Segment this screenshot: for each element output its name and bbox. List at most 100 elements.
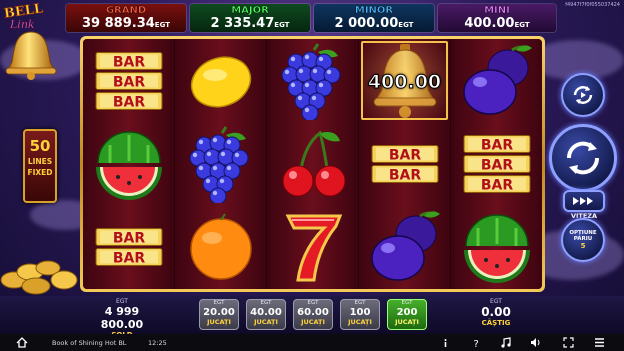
- reels-frame: BAR BAR BAR BAR BAR 400.00 BAR BAR BAR BAR BAR: [80, 36, 545, 292]
- bet-options-button[interactable]: OPȚIUNE PARIU 5: [561, 218, 605, 262]
- credit-value: 4 999 800.00: [100, 305, 144, 331]
- system-bar: Book of Shining Hot BL 12:25 ?: [0, 334, 624, 351]
- jackpot-minor: MINOR 2 000.00EGT: [314, 4, 434, 32]
- bar-double-icon: BAR BAR: [95, 228, 162, 267]
- jackpot-major: MAJOR 2 335.47EGT: [190, 4, 310, 32]
- lines-label: LINES: [27, 157, 53, 166]
- symbol-bar-double: BAR BAR: [83, 206, 174, 289]
- reel-3: [267, 39, 359, 289]
- autoplay-button[interactable]: [561, 73, 605, 117]
- lemon-icon: [190, 56, 251, 108]
- bet-value: 40.00: [250, 307, 282, 318]
- symbol-watermelon: [451, 206, 542, 289]
- symbol-seven: [267, 206, 358, 289]
- symbol-orange: [175, 206, 266, 289]
- symbol-bar-double: BAR BAR: [359, 122, 450, 205]
- logo-subtitle: Link: [10, 18, 35, 31]
- help-icon[interactable]: ?: [471, 337, 482, 348]
- plum-icon: [462, 45, 532, 115]
- gold-coins-icon: [0, 260, 78, 295]
- win-display: EGT 0.00 CÂȘTIG: [458, 298, 534, 327]
- clock: 12:25: [148, 339, 167, 347]
- svg-text:BAR: BAR: [480, 157, 513, 173]
- fullscreen-icon[interactable]: [563, 337, 574, 348]
- svg-text:BAR: BAR: [112, 94, 145, 110]
- bet-label: JUCAȚI: [395, 318, 419, 326]
- bet-caption: EGT: [354, 300, 366, 306]
- jackpot-value: 2 335.47EGT: [210, 16, 290, 31]
- music-icon[interactable]: [500, 337, 511, 348]
- symbol-grapes: [175, 122, 266, 205]
- svg-text:BAR: BAR: [112, 231, 145, 247]
- fixed-label: FIXED: [27, 168, 53, 177]
- bet-caption: EGT: [213, 300, 225, 306]
- watermelon-icon: [95, 131, 162, 200]
- bet-label: JUCAȚI: [207, 318, 231, 326]
- reel-1: BAR BAR BAR BAR BAR: [83, 39, 175, 289]
- bet-caption: EGT: [401, 300, 413, 306]
- svg-text:BAR: BAR: [388, 167, 421, 183]
- reel-5: BAR BAR BAR: [451, 39, 542, 289]
- symbol-bar-triple: BAR BAR BAR: [451, 122, 542, 205]
- bar-triple-icon: BAR BAR BAR: [95, 51, 162, 110]
- game-logo: BELL Link: [2, 1, 60, 80]
- bet-button-20.00[interactable]: EGT 20.00 JUCAȚI: [199, 299, 239, 330]
- svg-text:?: ?: [474, 339, 479, 348]
- jackpot-value: 39 889.34EGT: [82, 16, 170, 31]
- svg-text:BAR: BAR: [112, 251, 145, 267]
- app-name: Book of Shining Hot BL: [52, 339, 127, 347]
- jackpot-grand: GRAND 39 889.34EGT: [66, 4, 186, 32]
- bet-value: 100: [349, 307, 371, 318]
- bet-button-60.00[interactable]: EGT 60.00 JUCAȚI: [293, 299, 333, 330]
- bet-label: JUCAȚI: [301, 318, 325, 326]
- win-label: CÂȘTIG: [481, 319, 511, 327]
- svg-text:BAR: BAR: [480, 177, 513, 193]
- grapes-icon: [281, 42, 340, 120]
- bet-button-40.00[interactable]: EGT 40.00 JUCAȚI: [246, 299, 286, 330]
- reels-area[interactable]: BAR BAR BAR BAR BAR 400.00 BAR BAR BAR BAR BAR: [83, 39, 542, 289]
- sound-icon[interactable]: [530, 337, 541, 348]
- grapes-icon: [189, 126, 248, 203]
- home-icon[interactable]: [16, 337, 28, 348]
- svg-text:BAR: BAR: [388, 147, 421, 163]
- orange-icon: [189, 213, 252, 281]
- bar-double-icon: BAR BAR: [371, 144, 438, 183]
- bet-button-200[interactable]: EGT 200 JUCAȚI: [387, 299, 427, 330]
- credit-display: EGT 4 999 800.00 SOLD: [82, 298, 162, 339]
- bet-caption: EGT: [307, 300, 319, 306]
- reel-2: [175, 39, 267, 289]
- info-icon[interactable]: [440, 337, 451, 348]
- bet-caption: EGT: [260, 300, 272, 306]
- symbol-watermelon: [83, 122, 174, 205]
- win-caption: EGT: [490, 298, 502, 305]
- plum-icon: [370, 211, 440, 282]
- cherries-icon: [282, 130, 345, 197]
- bet-label: JUCAȚI: [254, 318, 278, 326]
- options-value: 5: [580, 242, 586, 250]
- bet-value: 200: [396, 307, 418, 318]
- symbol-grapes: [267, 39, 358, 122]
- bell-win-value: 400.00: [367, 71, 442, 94]
- jackpot-name: GRAND: [105, 5, 147, 16]
- autoplay-icon: [573, 86, 593, 104]
- bet-button-100[interactable]: EGT 100 JUCAȚI: [340, 299, 380, 330]
- watermelon-icon: [463, 214, 530, 284]
- symbol-bell: 400.00: [359, 39, 450, 122]
- jackpot-mini: MINI 400.00EGT: [438, 4, 556, 32]
- jackpot-name: MINI: [484, 5, 510, 16]
- svg-text:BAR: BAR: [112, 54, 145, 70]
- win-value: 0.00: [481, 305, 511, 319]
- symbol-plum: [451, 39, 542, 122]
- menu-icon[interactable]: [594, 337, 605, 348]
- spin-button[interactable]: [549, 124, 617, 192]
- bet-value: 60.00: [297, 307, 329, 318]
- game-id: f4947f7f0f055037424: [565, 2, 620, 8]
- fast-forward-icon: [573, 197, 593, 205]
- speed-button[interactable]: [563, 190, 605, 212]
- jackpot-name: MINOR: [354, 5, 394, 16]
- symbol-bar-triple: BAR BAR BAR: [83, 39, 174, 122]
- svg-text:BAR: BAR: [112, 74, 145, 90]
- symbol-cherries: [267, 122, 358, 205]
- lines-count: 50: [29, 137, 51, 155]
- svg-text:BAR: BAR: [480, 137, 513, 153]
